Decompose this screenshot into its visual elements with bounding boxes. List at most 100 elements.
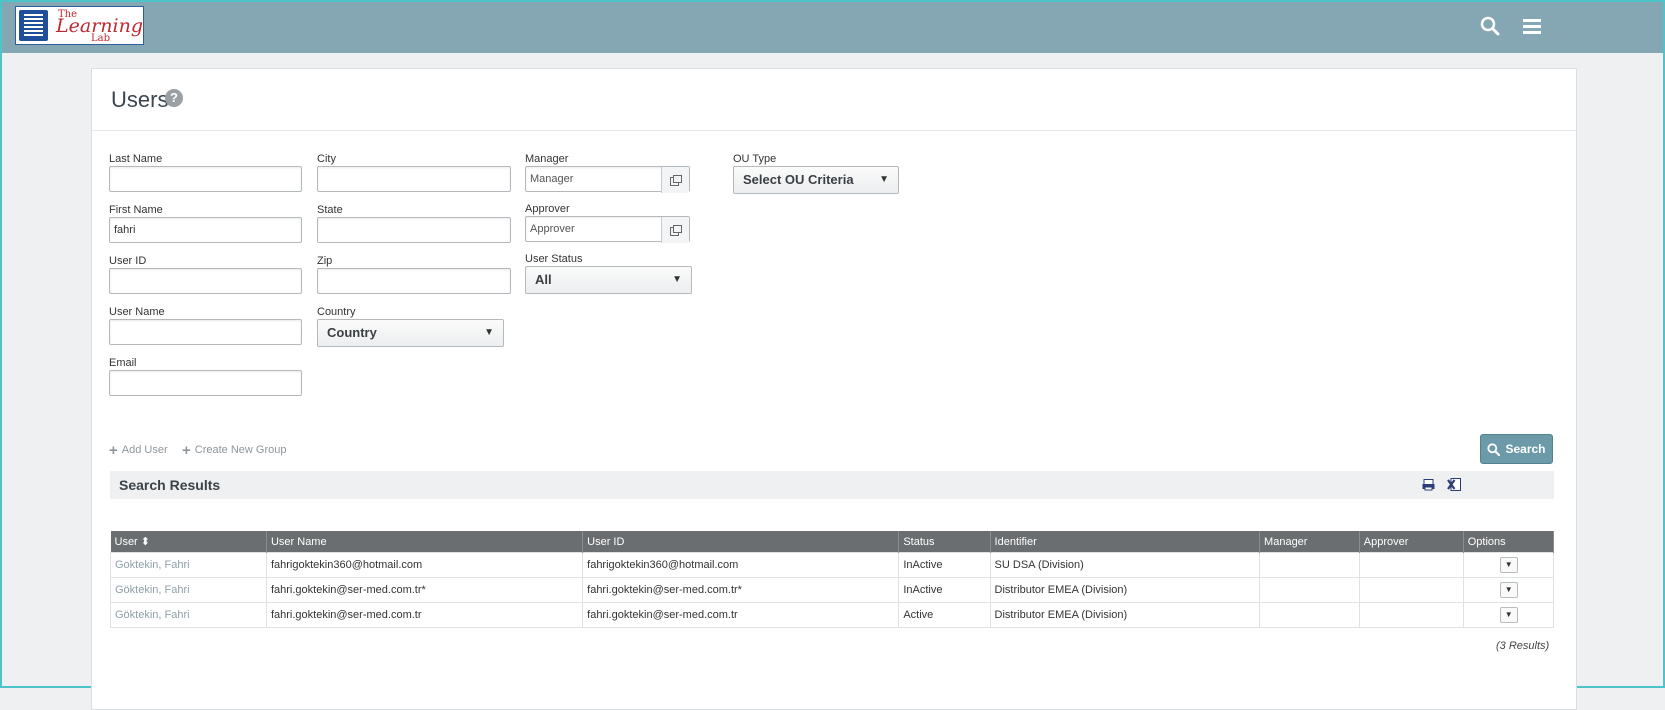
hamburger-menu-icon[interactable] xyxy=(1523,18,1541,39)
page-title: Users xyxy=(111,87,169,112)
user-name-input[interactable] xyxy=(109,319,302,345)
city-input[interactable] xyxy=(317,166,511,192)
options-dropdown-icon[interactable]: ▼ xyxy=(1499,582,1518,598)
table-row: Göktekin, Fahri fahri.goktekin@ser-med.c… xyxy=(110,602,1555,628)
status-cell: Active xyxy=(898,602,991,628)
country-select-value: Country xyxy=(327,325,377,340)
lookup-icon[interactable] xyxy=(661,167,689,193)
search-icon xyxy=(1487,442,1501,456)
options-cell: ▼ xyxy=(1462,602,1555,628)
help-icon[interactable]: ? xyxy=(165,89,183,107)
status-cell: InActive xyxy=(898,577,991,603)
learning-lab-logo[interactable]: The Learning Lab xyxy=(15,6,144,45)
ou-type-select[interactable]: Select OU Criteria ▼ xyxy=(733,166,899,194)
user-id-input[interactable] xyxy=(109,268,302,294)
create-new-group-label: Create New Group xyxy=(194,444,287,456)
first-name-label: First Name xyxy=(109,204,163,216)
manager-cell xyxy=(1259,602,1360,628)
approver-cell xyxy=(1358,577,1464,603)
user-id-cell: fahri.goktekin@ser-med.com.tr xyxy=(582,602,900,628)
user-name-cell: fahrigoktekin360@hotmail.com xyxy=(265,552,584,578)
search-button[interactable]: Search xyxy=(1480,434,1553,464)
identifier-cell: Distributor EMEA (Division) xyxy=(989,577,1261,603)
approver-label: Approver xyxy=(525,203,570,215)
table-row: Göktekin, Fahri fahri.goktekin@ser-med.c… xyxy=(110,577,1555,603)
options-cell: ▼ xyxy=(1462,552,1555,578)
search-button-label: Search xyxy=(1505,442,1546,456)
zip-input[interactable] xyxy=(317,268,511,294)
approver-lookup-field[interactable]: Approver xyxy=(525,216,690,243)
state-label: State xyxy=(317,204,343,216)
column-header-user-name: User Name xyxy=(266,531,584,553)
column-header-user[interactable]: User ⬍ xyxy=(110,531,267,553)
manager-placeholder: Manager xyxy=(530,173,574,185)
options-dropdown-icon[interactable]: ▼ xyxy=(1499,607,1518,623)
column-header-user-id: User ID xyxy=(582,531,900,553)
country-label: Country xyxy=(317,306,356,318)
results-count: (3 Results) xyxy=(1496,640,1550,652)
user-link[interactable]: Goktekin, Fahri xyxy=(110,552,267,578)
user-status-value: All xyxy=(535,272,552,287)
plus-icon: + xyxy=(109,441,118,459)
table-header-row: User ⬍ User Name User ID Status Identifi… xyxy=(110,531,1555,553)
table-row: Goktekin, Fahri fahrigoktekin360@hotmail… xyxy=(110,552,1555,578)
search-results-title: Search Results xyxy=(119,477,221,493)
column-header-status: Status xyxy=(898,531,991,553)
results-table: User ⬍ User Name User ID Status Identifi… xyxy=(110,531,1555,628)
ou-type-value: Select OU Criteria xyxy=(743,172,854,187)
dropdown-arrow-icon: ▼ xyxy=(672,274,682,285)
last-name-input[interactable] xyxy=(109,166,302,192)
approver-cell xyxy=(1358,602,1464,628)
title-divider xyxy=(92,130,1576,131)
user-status-select[interactable]: All ▼ xyxy=(525,266,692,294)
last-name-label: Last Name xyxy=(109,153,163,165)
excel-export-icon[interactable] xyxy=(1447,478,1461,496)
manager-lookup-field[interactable]: Manager xyxy=(525,166,690,193)
sort-icon[interactable]: ⬍ xyxy=(141,536,150,548)
city-label: City xyxy=(317,153,336,165)
user-name-cell: fahri.goktekin@ser-med.com.tr* xyxy=(265,577,584,603)
top-bar: The Learning Lab xyxy=(2,2,1663,53)
ou-type-label: OU Type xyxy=(733,153,777,165)
user-name-label: User Name xyxy=(109,306,165,318)
dropdown-arrow-icon: ▼ xyxy=(484,327,494,338)
identifier-cell: SU DSA (Division) xyxy=(989,552,1261,578)
lookup-icon[interactable] xyxy=(661,217,689,243)
dropdown-arrow-icon: ▼ xyxy=(879,174,889,185)
first-name-input[interactable]: fahri xyxy=(109,217,302,243)
state-input[interactable] xyxy=(317,217,511,243)
column-header-user-label: User xyxy=(114,536,138,548)
identifier-cell: Distributor EMEA (Division) xyxy=(989,602,1261,628)
manager-cell xyxy=(1259,552,1360,578)
column-header-options: Options xyxy=(1463,531,1555,553)
user-link[interactable]: Göktekin, Fahri xyxy=(110,602,267,628)
add-user-label: Add User xyxy=(121,444,168,456)
create-new-group-link[interactable]: + Create New Group xyxy=(182,441,287,459)
column-header-manager: Manager xyxy=(1259,531,1360,553)
column-header-identifier: Identifier xyxy=(990,531,1261,553)
user-id-cell: fahri.goktekin@ser-med.com.tr* xyxy=(582,577,900,603)
user-status-label: User Status xyxy=(525,253,583,265)
book-logo-icon xyxy=(19,10,48,41)
approver-placeholder: Approver xyxy=(530,223,575,235)
user-link[interactable]: Göktekin, Fahri xyxy=(110,577,267,603)
column-header-approver: Approver xyxy=(1359,531,1464,553)
manager-label: Manager xyxy=(525,153,569,165)
add-user-link[interactable]: + Add User xyxy=(109,441,168,459)
users-panel: Users ? Last Name First Name fahri User … xyxy=(91,68,1577,710)
user-id-label: User ID xyxy=(109,255,147,267)
options-dropdown-icon[interactable]: ▼ xyxy=(1499,557,1518,573)
country-select[interactable]: Country ▼ xyxy=(317,319,504,347)
options-cell: ▼ xyxy=(1462,577,1555,603)
user-name-cell: fahri.goktekin@ser-med.com.tr xyxy=(265,602,584,628)
manager-cell xyxy=(1259,577,1360,603)
user-id-cell: fahrigoktekin360@hotmail.com xyxy=(582,552,900,578)
search-results-header: Search Results xyxy=(110,471,1554,499)
search-icon[interactable] xyxy=(1480,16,1500,41)
zip-label: Zip xyxy=(317,255,333,267)
email-input[interactable] xyxy=(109,370,302,396)
plus-icon: + xyxy=(182,441,191,459)
print-icon[interactable] xyxy=(1422,478,1435,496)
status-cell: InActive xyxy=(898,552,991,578)
logo-text-lab: Lab xyxy=(91,33,111,44)
